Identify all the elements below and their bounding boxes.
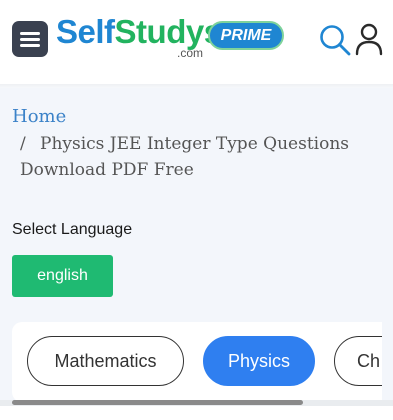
select-language-label: Select Language bbox=[12, 221, 133, 238]
subject-tabs: Mathematics Physics Ch bbox=[12, 322, 382, 402]
tab-physics[interactable]: Physics bbox=[203, 336, 315, 386]
search-icon[interactable] bbox=[318, 23, 352, 57]
horizontal-scrollbar-thumb[interactable] bbox=[12, 400, 303, 405]
user-icon[interactable] bbox=[354, 22, 384, 56]
tab-chemistry[interactable]: Ch bbox=[334, 336, 382, 386]
tab-mathematics[interactable]: Mathematics bbox=[27, 336, 184, 386]
menu-bar bbox=[20, 44, 40, 47]
site-header: SelfStudys .com PRIME bbox=[0, 0, 393, 86]
logo-domain: .com bbox=[177, 46, 204, 60]
menu-bar bbox=[20, 32, 40, 35]
bottom-area bbox=[0, 406, 393, 420]
breadcrumb-current-text: Physics JEE Integer Type Questions Downl… bbox=[20, 134, 350, 180]
hamburger-menu-button[interactable] bbox=[12, 21, 48, 57]
logo-studys-text: Studys bbox=[114, 13, 223, 50]
selfstudys-logo[interactable]: SelfStudys .com PRIME bbox=[56, 10, 286, 64]
breadcrumb-current-page: Physics JEE Integer Type Questions Downl… bbox=[20, 131, 360, 183]
logo-self-text: Self bbox=[56, 13, 115, 50]
menu-bar bbox=[20, 38, 40, 41]
prime-badge: PRIME bbox=[208, 21, 284, 50]
language-english-button[interactable]: english bbox=[12, 255, 113, 297]
breadcrumb-home-link[interactable]: Home bbox=[12, 104, 66, 130]
